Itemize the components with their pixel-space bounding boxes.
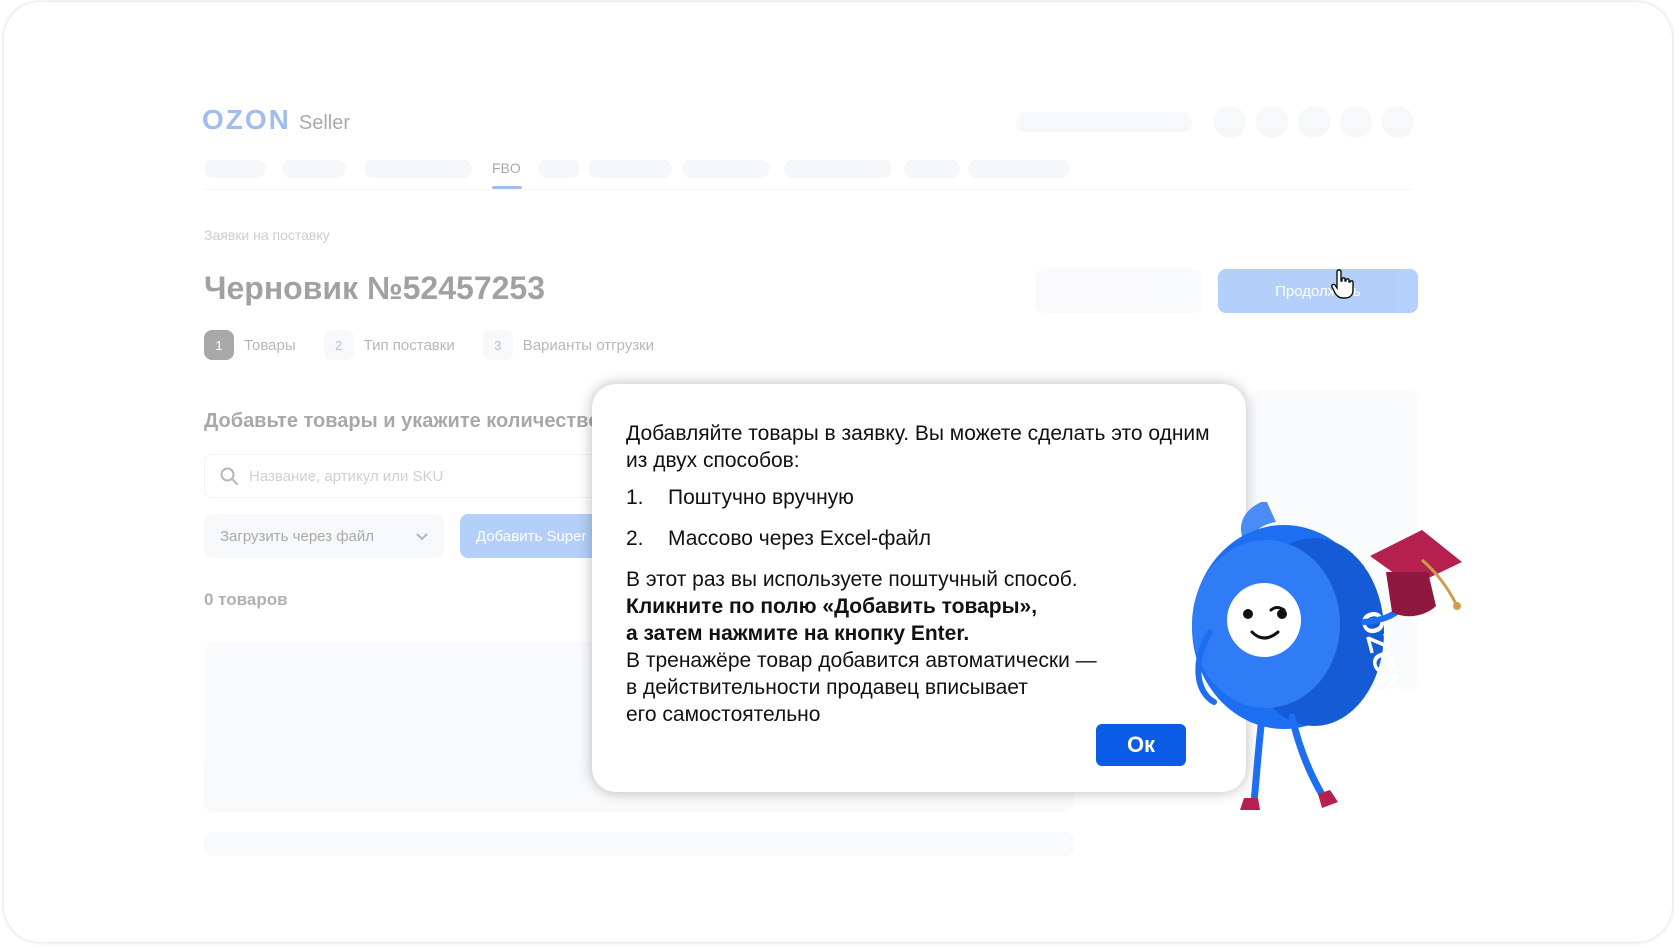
dialog-bold-instruction: Кликните по полю «Добавить товары», [626, 595, 1038, 618]
step-products[interactable]: 1 Товары [204, 330, 296, 360]
header-search-placeholder[interactable] [1016, 112, 1192, 132]
search-icon [220, 467, 238, 485]
dialog-line: В тренажёре товар добавится автоматическ… [626, 649, 1097, 672]
nav-tab-8[interactable] [784, 160, 892, 178]
list-text: Поштучно вручную [668, 486, 854, 509]
nav-tab-5[interactable] [538, 160, 580, 178]
secondary-button[interactable] [1036, 269, 1202, 313]
dialog-intro: Добавляйте товары в заявку. Вы можете сд… [626, 422, 1210, 472]
list-number: 1. [626, 486, 644, 509]
onboarding-dialog: Добавляйте товары в заявку. Вы можете сд… [592, 384, 1246, 792]
nav-divider [204, 189, 1412, 190]
product-search-input[interactable]: Название, артикул или SKU [204, 454, 626, 498]
stepper: 1 Товары 2 Тип поставки 3 Варианты отгру… [204, 330, 682, 360]
header-icon-1[interactable] [1214, 106, 1246, 138]
upload-file-dropdown[interactable]: Загрузить через файл [204, 514, 444, 558]
step-label: Товары [244, 336, 296, 354]
ok-button[interactable]: Ок [1096, 724, 1186, 766]
nav-tab-2[interactable] [282, 160, 346, 178]
list-number: 2. [626, 527, 644, 550]
header-icon-4[interactable] [1340, 106, 1372, 138]
app-frame: OZON Seller FBO Заявки на поставку Черно… [4, 2, 1672, 942]
products-count: 0 товаров [204, 590, 288, 609]
nav-tab-fbo[interactable]: FBO [492, 160, 521, 176]
step-label: Варианты отгрузки [522, 336, 655, 354]
header-avatar[interactable] [1382, 106, 1414, 138]
ozon-seller-logo: OZON Seller [202, 104, 350, 136]
dialog-method-item: 2. Массово через Excel-файл [626, 525, 1212, 552]
nav-tab-10[interactable] [968, 160, 1070, 178]
step-shipping-options[interactable]: 3 Варианты отгрузки [482, 330, 655, 360]
ozon-mascot-illustration: OZON [1192, 502, 1462, 810]
dialog-instructions: В этот раз вы используете поштучный спос… [626, 566, 1212, 728]
nav-tab-6[interactable] [588, 160, 672, 178]
footer-placeholder [204, 832, 1074, 856]
page-title: Черновик №52457253 [204, 270, 545, 306]
nav-tab-1[interactable] [204, 160, 266, 178]
step-supply-type[interactable]: 2 Тип поставки [323, 330, 455, 360]
breadcrumb[interactable]: Заявки на поставку [204, 227, 330, 243]
continue-button[interactable]: Продолжить [1218, 269, 1418, 313]
dialog-method-item: 1. Поштучно вручную [626, 484, 1212, 511]
logo-brand: OZON [202, 104, 291, 135]
dialog-bold-instruction: а затем нажмите на кнопку Enter. [626, 622, 970, 645]
chevron-down-icon [416, 533, 428, 541]
header-icon-2[interactable] [1256, 106, 1288, 138]
section-title: Добавьте товары и укажите количество [204, 410, 601, 432]
step-label: Тип поставки [363, 336, 455, 354]
dialog-line: В этот раз вы используете поштучный спос… [626, 568, 1078, 591]
header-icon-3[interactable] [1298, 106, 1330, 138]
step-number: 3 [482, 330, 513, 360]
list-text: Массово через Excel-файл [668, 527, 932, 550]
upload-label: Загрузить через файл [220, 527, 375, 545]
nav-tab-3[interactable] [364, 160, 472, 178]
nav-tab-7[interactable] [682, 160, 770, 178]
logo-product: Seller [298, 112, 351, 134]
search-placeholder: Название, артикул или SKU [249, 467, 444, 485]
step-number: 2 [323, 330, 354, 360]
dialog-line: в действительности продавец вписывает [626, 676, 1028, 699]
hand-cursor-icon [1331, 269, 1354, 299]
step-number: 1 [204, 330, 234, 360]
nav-tab-9[interactable] [904, 160, 960, 178]
dialog-method-list: 1. Поштучно вручную 2. Массово через Exc… [626, 484, 1212, 552]
